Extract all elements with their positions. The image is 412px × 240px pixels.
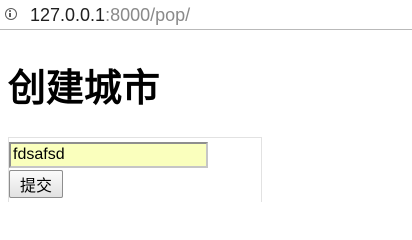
url-text[interactable]: 127.0.0.1:8000/pop/ (30, 4, 190, 26)
city-name-input[interactable] (9, 142, 208, 168)
page-title: 创建城市 (8, 66, 161, 110)
url-path: :8000/pop/ (105, 5, 191, 25)
info-icon[interactable] (5, 8, 17, 20)
submit-button[interactable]: 提交 (9, 170, 63, 198)
address-bar[interactable]: 127.0.0.1:8000/pop/ (0, 0, 412, 30)
browser-window: 127.0.0.1:8000/pop/ 创建城市 提交 (0, 0, 412, 202)
url-host: 127.0.0.1 (30, 5, 106, 25)
